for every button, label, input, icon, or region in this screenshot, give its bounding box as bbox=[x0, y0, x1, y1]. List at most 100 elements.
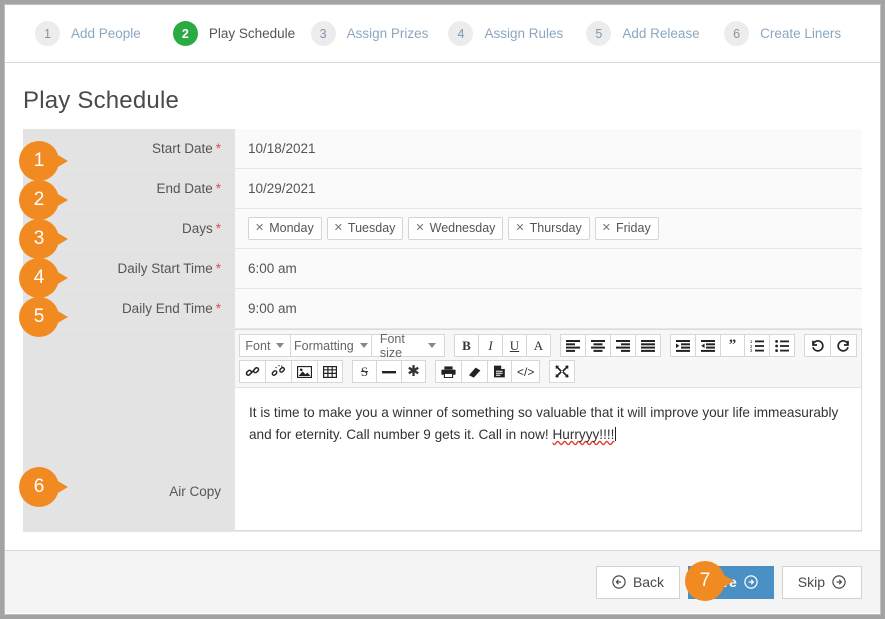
close-icon[interactable]: ✕ bbox=[255, 221, 264, 235]
underline-button[interactable]: U bbox=[502, 334, 527, 357]
indent-icon bbox=[676, 339, 690, 352]
required-marker: * bbox=[215, 141, 221, 156]
font-size-select[interactable]: Font size bbox=[370, 332, 445, 360]
days-tag-list: ✕ Monday ✕ Tuesday ✕ Wednesday ✕ Thursda… bbox=[248, 216, 659, 241]
step-number: 6 bbox=[724, 21, 750, 46]
daily-start-time-input[interactable]: 6:00 am bbox=[235, 249, 862, 288]
back-button[interactable]: Back bbox=[595, 565, 681, 599]
text-color-button[interactable]: A bbox=[526, 334, 551, 357]
text-cursor bbox=[615, 427, 617, 442]
bullet-list-button[interactable] bbox=[769, 334, 795, 357]
insert-image-button[interactable] bbox=[291, 360, 318, 383]
form-row-daily-end-time: Daily End Time * 9:00 am bbox=[23, 289, 862, 329]
blockquote-button[interactable]: ” bbox=[720, 334, 745, 357]
italic-button[interactable]: I bbox=[478, 334, 503, 357]
undo-button[interactable] bbox=[804, 334, 831, 357]
asterisk-icon: ✱ bbox=[407, 363, 420, 380]
day-tag-label: Friday bbox=[615, 220, 651, 235]
save-button[interactable]: Save bbox=[688, 565, 774, 599]
print-button[interactable] bbox=[435, 360, 462, 383]
align-justify-button[interactable] bbox=[635, 334, 661, 357]
skip-button[interactable]: Skip bbox=[781, 565, 862, 599]
close-icon[interactable]: ✕ bbox=[602, 221, 611, 235]
outdent-button[interactable] bbox=[695, 334, 721, 357]
clear-formatting-button[interactable] bbox=[461, 360, 488, 383]
step-play-schedule[interactable]: 2 Play Schedule bbox=[172, 21, 311, 46]
step-number: 3 bbox=[310, 21, 336, 46]
days-multiselect[interactable]: ✕ Monday ✕ Tuesday ✕ Wednesday ✕ Thursda… bbox=[235, 209, 862, 248]
step-number: 1 bbox=[35, 21, 60, 46]
align-center-button[interactable] bbox=[585, 334, 611, 357]
toolbar-group-indent-lists: ” 123 bbox=[670, 334, 795, 357]
numbered-list-icon: 123 bbox=[750, 340, 764, 352]
toolbar-group-history bbox=[804, 334, 857, 357]
align-center-icon bbox=[591, 339, 605, 352]
link-icon bbox=[245, 367, 260, 376]
day-tag-label: Monday bbox=[269, 220, 314, 235]
undo-icon bbox=[812, 340, 824, 352]
paste-as-text-button[interactable] bbox=[487, 360, 512, 383]
strikethrough-icon: S bbox=[360, 363, 369, 379]
align-right-button[interactable] bbox=[610, 334, 636, 357]
rich-text-editor: Font Formatting Font size B I U A ” 1 2 … bbox=[235, 329, 862, 531]
day-tag-tuesday[interactable]: ✕ Tuesday bbox=[326, 216, 404, 241]
indent-button[interactable] bbox=[670, 334, 696, 357]
step-assign-prizes[interactable]: 3 Assign Prizes bbox=[310, 21, 449, 46]
required-marker: * bbox=[215, 301, 221, 316]
label-text: Daily End Time bbox=[121, 301, 213, 316]
align-left-icon bbox=[566, 339, 580, 352]
day-tag-thursday[interactable]: ✕ Thursday bbox=[508, 216, 590, 241]
step-assign-rules[interactable]: 4 Assign Rules bbox=[448, 21, 586, 46]
unlink-button[interactable] bbox=[265, 360, 292, 383]
bold-icon: B bbox=[462, 337, 471, 353]
horizontal-rule-button[interactable] bbox=[376, 360, 402, 383]
editor-toolbar: Font Formatting Font size B I U A ” 1 2 … bbox=[235, 330, 861, 388]
font-family-select[interactable]: Font bbox=[239, 334, 291, 357]
air-copy-textarea[interactable]: It is time to make you a winner of somet… bbox=[235, 388, 861, 530]
redo-icon bbox=[837, 340, 849, 352]
italic-icon: I bbox=[488, 337, 493, 353]
main-content: Play Schedule Start Date * 10/18/2021 End… bbox=[5, 87, 880, 532]
bold-button[interactable]: B bbox=[454, 334, 479, 357]
end-date-input[interactable]: 10/29/2021 bbox=[235, 169, 862, 208]
source-code-button[interactable]: </> bbox=[511, 360, 541, 383]
toolbar-row-2: S ✱ </> bbox=[239, 360, 857, 383]
day-tag-monday[interactable]: ✕ Monday bbox=[248, 216, 322, 241]
align-left-button[interactable] bbox=[560, 334, 586, 357]
redo-button[interactable] bbox=[830, 334, 857, 357]
close-icon[interactable]: ✕ bbox=[334, 221, 343, 235]
step-label: Assign Rules bbox=[484, 26, 564, 41]
numbered-list-button[interactable]: 123 bbox=[744, 334, 770, 357]
form-row-air-copy: Air Copy Font Formatting Font size B I U… bbox=[23, 329, 862, 532]
toolbar-group-textops: S ✱ bbox=[352, 360, 426, 383]
bullet-list-icon bbox=[775, 339, 789, 352]
fullscreen-button[interactable] bbox=[549, 360, 576, 383]
step-label: Assign Prizes bbox=[346, 26, 429, 41]
insert-table-button[interactable] bbox=[317, 360, 343, 383]
underline-icon: U bbox=[509, 337, 520, 353]
day-tag-label: Thursday bbox=[529, 220, 582, 235]
field-label-days: Days * bbox=[23, 209, 235, 248]
step-create-liners[interactable]: 6 Create Liners bbox=[724, 21, 862, 46]
field-label-start-date: Start Date * bbox=[23, 129, 235, 168]
field-label-daily-start-time: Daily Start Time * bbox=[23, 249, 235, 288]
special-character-button[interactable]: ✱ bbox=[401, 360, 426, 383]
start-date-value: 10/18/2021 bbox=[248, 141, 316, 156]
start-date-input[interactable]: 10/18/2021 bbox=[235, 129, 862, 168]
day-tag-label: Tuesday bbox=[347, 220, 396, 235]
step-add-release[interactable]: 5 Add Release bbox=[586, 21, 724, 46]
daily-end-time-input[interactable]: 9:00 am bbox=[235, 289, 862, 328]
step-label: Create Liners bbox=[760, 26, 842, 41]
step-number: 5 bbox=[586, 21, 612, 46]
strikethrough-button[interactable]: S bbox=[352, 360, 377, 383]
day-tag-friday[interactable]: ✕ Friday bbox=[594, 216, 659, 241]
close-icon[interactable]: ✕ bbox=[515, 221, 524, 235]
close-icon[interactable]: ✕ bbox=[415, 221, 424, 235]
insert-link-button[interactable] bbox=[239, 360, 266, 383]
step-add-people[interactable]: 1 Add People bbox=[35, 21, 173, 46]
day-tag-wednesday[interactable]: ✕ Wednesday bbox=[408, 216, 504, 241]
step-label: Play Schedule bbox=[208, 26, 296, 41]
label-text: Start Date bbox=[151, 141, 213, 156]
chevron-down-icon bbox=[359, 343, 368, 348]
formatting-select[interactable]: Formatting bbox=[289, 334, 372, 357]
